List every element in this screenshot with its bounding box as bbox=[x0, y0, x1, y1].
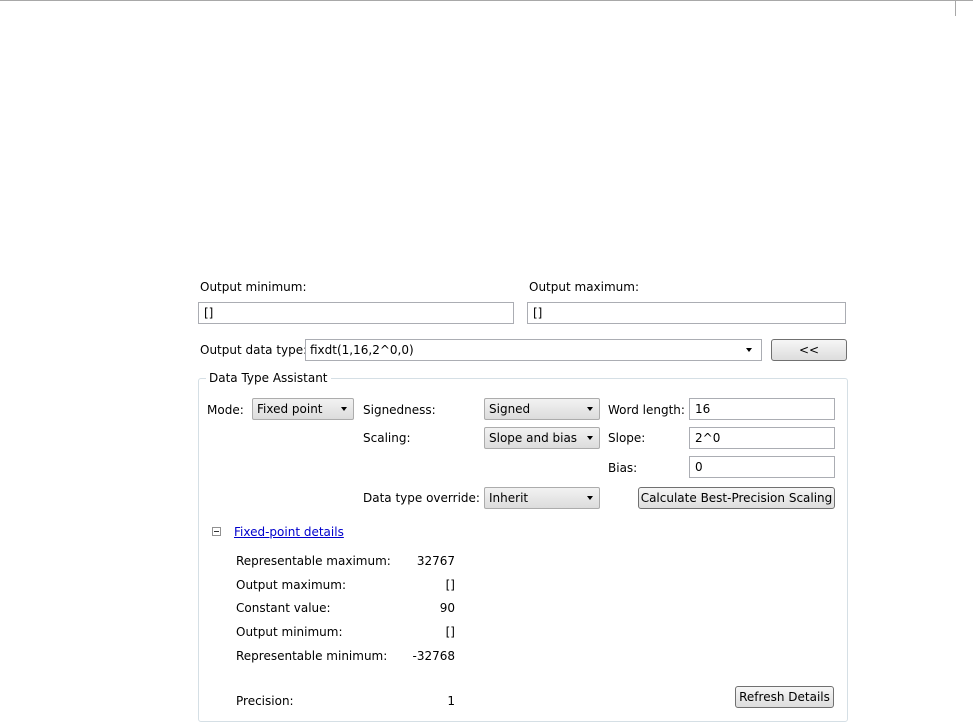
chevron-down-icon bbox=[587, 407, 593, 411]
representable-maximum-value: 32767 bbox=[416, 554, 455, 568]
slope-input[interactable] bbox=[689, 427, 835, 449]
output-data-type-combo[interactable]: fixdt(1,16,2^0,0) bbox=[305, 339, 762, 361]
details-output-minimum-label: Output minimum: bbox=[236, 625, 343, 639]
chevron-down-icon bbox=[587, 496, 593, 500]
details-output-minimum-value: [] bbox=[445, 625, 455, 639]
details-output-maximum-label: Output maximum: bbox=[236, 578, 347, 592]
precision-label: Precision: bbox=[236, 694, 294, 708]
scaling-label: Scaling: bbox=[363, 431, 411, 445]
chevron-down-icon bbox=[341, 407, 347, 411]
output-minimum-label: Output minimum: bbox=[200, 280, 307, 294]
window-edge bbox=[955, 0, 956, 16]
window-top-border bbox=[0, 0, 973, 1]
scaling-combo[interactable]: Slope and bias bbox=[484, 427, 600, 449]
output-data-type-label: Output data type: bbox=[200, 343, 308, 357]
precision-value: 1 bbox=[447, 694, 455, 708]
mode-combo[interactable]: Fixed point bbox=[252, 398, 354, 420]
hide-assistant-button[interactable]: << bbox=[771, 339, 847, 361]
data-type-override-label: Data type override: bbox=[363, 491, 480, 505]
output-data-type-value: fixdt(1,16,2^0,0) bbox=[310, 343, 414, 357]
mode-value: Fixed point bbox=[257, 402, 323, 416]
refresh-details-button[interactable]: Refresh Details bbox=[735, 686, 834, 708]
signedness-value: Signed bbox=[489, 402, 531, 416]
signedness-combo[interactable]: Signed bbox=[484, 398, 600, 420]
constant-value-value: 90 bbox=[439, 601, 455, 615]
chevron-down-icon bbox=[587, 436, 593, 440]
scaling-value: Slope and bias bbox=[489, 431, 578, 445]
calculate-best-precision-button[interactable]: Calculate Best-Precision Scaling bbox=[638, 487, 835, 509]
details-output-maximum-value: [] bbox=[445, 578, 455, 592]
representable-minimum-value: -32768 bbox=[412, 649, 455, 663]
output-maximum-input[interactable] bbox=[527, 302, 846, 324]
output-minimum-input[interactable] bbox=[198, 302, 514, 324]
data-type-override-combo[interactable]: Inherit bbox=[484, 487, 600, 509]
fixed-point-details-link[interactable]: Fixed-point details bbox=[234, 524, 344, 540]
word-length-input[interactable] bbox=[689, 398, 835, 420]
bias-input[interactable] bbox=[689, 456, 835, 478]
word-length-label: Word length: bbox=[608, 403, 685, 417]
signedness-label: Signedness: bbox=[363, 403, 436, 417]
collapse-icon[interactable] bbox=[212, 527, 221, 536]
data-type-assistant-title: Data Type Assistant bbox=[206, 370, 331, 386]
constant-value-label: Constant value: bbox=[236, 601, 331, 615]
mode-label: Mode: bbox=[207, 403, 244, 417]
data-type-override-value: Inherit bbox=[489, 491, 529, 505]
chevron-down-icon bbox=[746, 348, 752, 352]
slope-label: Slope: bbox=[608, 431, 646, 445]
bias-label: Bias: bbox=[608, 461, 638, 475]
output-maximum-label: Output maximum: bbox=[529, 280, 640, 294]
